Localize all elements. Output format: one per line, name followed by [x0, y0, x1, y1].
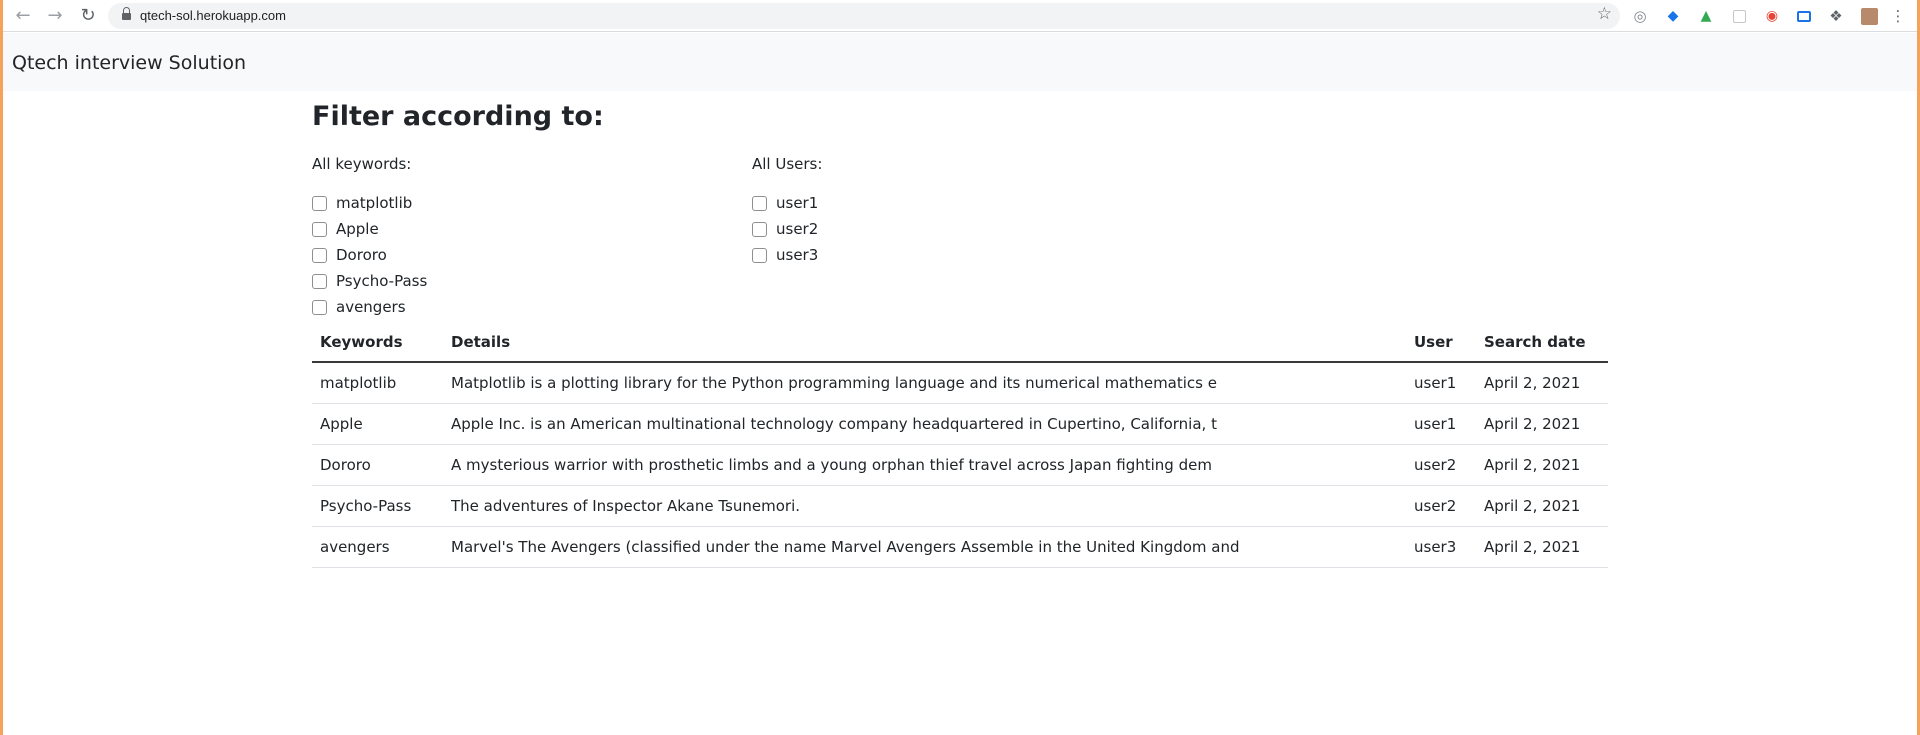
user-cell: user2 [1406, 485, 1476, 527]
column-header-details: Details [443, 323, 1406, 363]
details-cell: Apple Inc. is an American multinational … [443, 403, 1406, 445]
keyword-cell: Dororo [312, 444, 443, 486]
bookmark-star-icon[interactable]: ☆ [1597, 6, 1612, 23]
user-filter-user2[interactable]: user2 [752, 216, 822, 242]
keyword-cell: Apple [312, 403, 443, 445]
table-header-row: Keywords Details User Search date [312, 323, 1608, 363]
checkbox[interactable] [752, 221, 767, 237]
extension-grid-icon[interactable] [1730, 7, 1748, 25]
date-cell: April 2, 2021 [1476, 526, 1608, 568]
column-header-search-date: Search date [1476, 323, 1608, 363]
globe-icon[interactable]: ◎ [1631, 7, 1649, 25]
column-header-user: User [1406, 323, 1476, 363]
keyword-option-label: matplotlib [336, 194, 413, 212]
details-cell: The adventures of Inspector Akane Tsunem… [443, 485, 1406, 527]
keyword-filter-group: All keywords: matplotlib Apple Dororo Ps… [312, 155, 427, 320]
back-arrow-icon[interactable]: ← [11, 4, 35, 28]
keywords-label: All keywords: [312, 155, 412, 173]
keyword-cell: matplotlib [312, 362, 443, 404]
checkbox[interactable] [312, 247, 327, 263]
keyword-option-label: Dororo [336, 246, 387, 264]
details-cell: Matplotlib is a plotting library for the… [443, 362, 1406, 404]
checkbox[interactable] [312, 221, 327, 237]
lock-icon [122, 7, 131, 21]
table-row: Apple Apple Inc. is an American multinat… [312, 403, 1608, 445]
details-cell: A mysterious warrior with prosthetic lim… [443, 444, 1406, 486]
table-row: matplotlib Matplotlib is a plotting libr… [312, 362, 1608, 404]
address-bar[interactable]: qtech-sol.herokuapp.com ☆ [108, 3, 1620, 29]
keyword-cell: avengers [312, 526, 443, 568]
checkbox[interactable] [312, 299, 327, 315]
checkbox[interactable] [312, 195, 327, 211]
navbar: Qtech interview Solution [3, 33, 1917, 91]
table-row: Dororo A mysterious warrior with prosthe… [312, 444, 1608, 486]
profile-avatar[interactable] [1860, 7, 1878, 25]
table-row: Psycho-Pass The adventures of Inspector … [312, 485, 1608, 527]
keyword-cell: Psycho-Pass [312, 485, 443, 527]
keyword-filter-apple[interactable]: Apple [312, 216, 427, 242]
extension-tree-icon[interactable]: ▲ [1697, 7, 1715, 25]
keyword-option-label: Psycho-Pass [336, 272, 428, 290]
extension-blue-icon[interactable]: ◆ [1664, 7, 1682, 25]
results-table: Keywords Details User Search date matplo… [312, 323, 1608, 568]
keyword-option-label: avengers [336, 298, 406, 316]
browser-toolbar: ← → ↻ qtech-sol.herokuapp.com ☆ ◎ ◆ ▲ ◉ … [3, 0, 1917, 32]
column-header-keywords: Keywords [312, 323, 443, 363]
user-cell: user1 [1406, 403, 1476, 445]
extension-color-icon[interactable]: ◉ [1763, 7, 1781, 25]
users-label: All Users: [752, 155, 823, 173]
date-cell: April 2, 2021 [1476, 485, 1608, 527]
brand-title[interactable]: Qtech interview Solution [12, 52, 246, 74]
user-cell: user3 [1406, 526, 1476, 568]
user-cell: user2 [1406, 444, 1476, 486]
checkbox[interactable] [752, 247, 767, 263]
keyword-filter-matplotlib[interactable]: matplotlib [312, 190, 427, 216]
forward-arrow-icon[interactable]: → [43, 4, 67, 28]
user-option-label: user1 [776, 194, 819, 212]
user-cell: user1 [1406, 362, 1476, 404]
filter-heading: Filter according to: [312, 101, 604, 132]
menu-kebab-icon[interactable]: ⋮ [1889, 7, 1907, 25]
user-filter-user1[interactable]: user1 [752, 190, 822, 216]
date-cell: April 2, 2021 [1476, 403, 1608, 445]
url-text[interactable]: qtech-sol.herokuapp.com [140, 8, 286, 23]
extensions-puzzle-icon[interactable]: ❖ [1827, 7, 1845, 25]
window-frame-left [0, 0, 3, 735]
date-cell: April 2, 2021 [1476, 362, 1608, 404]
reload-icon[interactable]: ↻ [76, 4, 100, 28]
user-option-label: user3 [776, 246, 819, 264]
user-filter-group: All Users: user1 user2 user3 [752, 155, 822, 268]
keyword-filter-psycho-pass[interactable]: Psycho-Pass [312, 268, 427, 294]
keyword-filter-avengers[interactable]: avengers [312, 294, 427, 320]
user-filter-user3[interactable]: user3 [752, 242, 822, 268]
keyword-option-label: Apple [336, 220, 379, 238]
keyword-filter-dororo[interactable]: Dororo [312, 242, 427, 268]
details-cell: Marvel's The Avengers (classified under … [443, 526, 1406, 568]
user-option-label: user2 [776, 220, 819, 238]
checkbox[interactable] [752, 195, 767, 211]
table-row: avengers Marvel's The Avengers (classifi… [312, 526, 1608, 568]
checkbox[interactable] [312, 273, 327, 289]
extension-screen-icon[interactable] [1795, 7, 1813, 25]
date-cell: April 2, 2021 [1476, 444, 1608, 486]
